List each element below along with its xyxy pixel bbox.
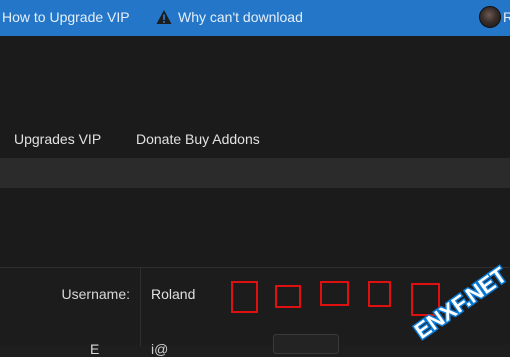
why-cant-download-label: Why can't download (178, 9, 303, 25)
email-value: i@ (151, 341, 169, 357)
email-label: E (90, 341, 100, 357)
username-label: Username: (61, 286, 130, 302)
warning-icon (156, 10, 172, 24)
username-value: Roland (151, 286, 196, 302)
top-bar: How to Upgrade VIP Why can't download R (0, 0, 510, 36)
redaction-box-2 (275, 285, 301, 308)
svg-text:ENXF.NET: ENXF.NET (410, 262, 510, 344)
nav-item-donate-buy-addons[interactable]: Donate Buy Addons (136, 131, 260, 147)
avatar[interactable] (479, 6, 501, 28)
main-nav: Upgrades VIP Donate Buy Addons (0, 122, 510, 158)
redaction-box-1 (231, 281, 258, 313)
redaction-box-4 (368, 281, 391, 307)
enxf-watermark-logo: ENXF.NET (408, 260, 510, 345)
nav-item-upgrades-vip[interactable]: Upgrades VIP (14, 131, 101, 147)
upgrade-vip-link[interactable]: How to Upgrade VIP (2, 9, 130, 25)
user-name-truncated[interactable]: R (503, 9, 510, 25)
redaction-box-3 (320, 281, 349, 306)
form-divider (140, 268, 141, 346)
header-area (0, 36, 510, 122)
sub-nav-bar (0, 158, 510, 188)
why-cant-download-link[interactable]: Why can't download (156, 9, 303, 25)
change-button[interactable] (273, 334, 339, 354)
